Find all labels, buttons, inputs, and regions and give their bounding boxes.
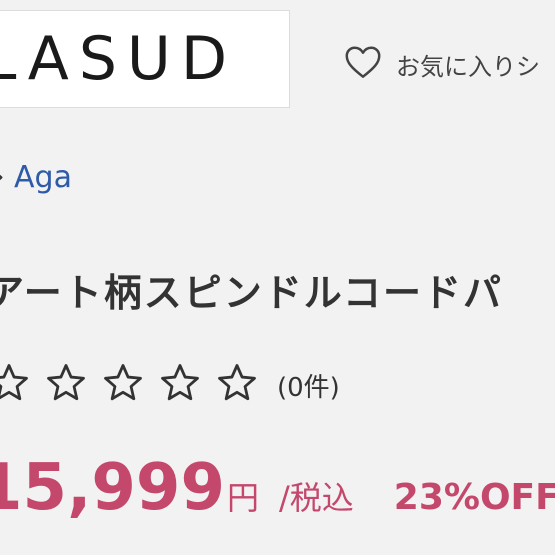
price-unit: 円 bbox=[226, 479, 259, 517]
stars-group bbox=[0, 362, 273, 408]
discount-badge: 23%OFF bbox=[393, 477, 555, 518]
product-title: アート柄スピンドルコードパ bbox=[0, 271, 503, 315]
favorite-label: お気に入りシ bbox=[396, 52, 540, 81]
price-tax-label: /税込 bbox=[278, 479, 354, 517]
star-outline-icon bbox=[104, 364, 142, 401]
heart-icon bbox=[344, 45, 382, 83]
logo-text: LASUD bbox=[0, 24, 238, 94]
star-outline-icon bbox=[161, 364, 199, 401]
star-outline-icon bbox=[0, 364, 28, 401]
review-count[interactable]: (0件) bbox=[277, 367, 340, 404]
star-outline-icon bbox=[47, 364, 85, 401]
rating-stars[interactable]: (0件) bbox=[0, 362, 340, 408]
breadcrumb: › Aga bbox=[0, 155, 72, 199]
brand-logo[interactable]: LASUD bbox=[0, 10, 290, 108]
chevron-right-icon: › bbox=[0, 162, 8, 192]
price-amount: 15,999 bbox=[0, 451, 225, 525]
star-outline-icon bbox=[218, 364, 256, 401]
breadcrumb-link-aga[interactable]: Aga bbox=[14, 160, 72, 195]
price-row: 15,999 円 /税込 23%OFF bbox=[0, 448, 555, 528]
favorite-button[interactable]: お気に入りシ bbox=[344, 44, 540, 84]
